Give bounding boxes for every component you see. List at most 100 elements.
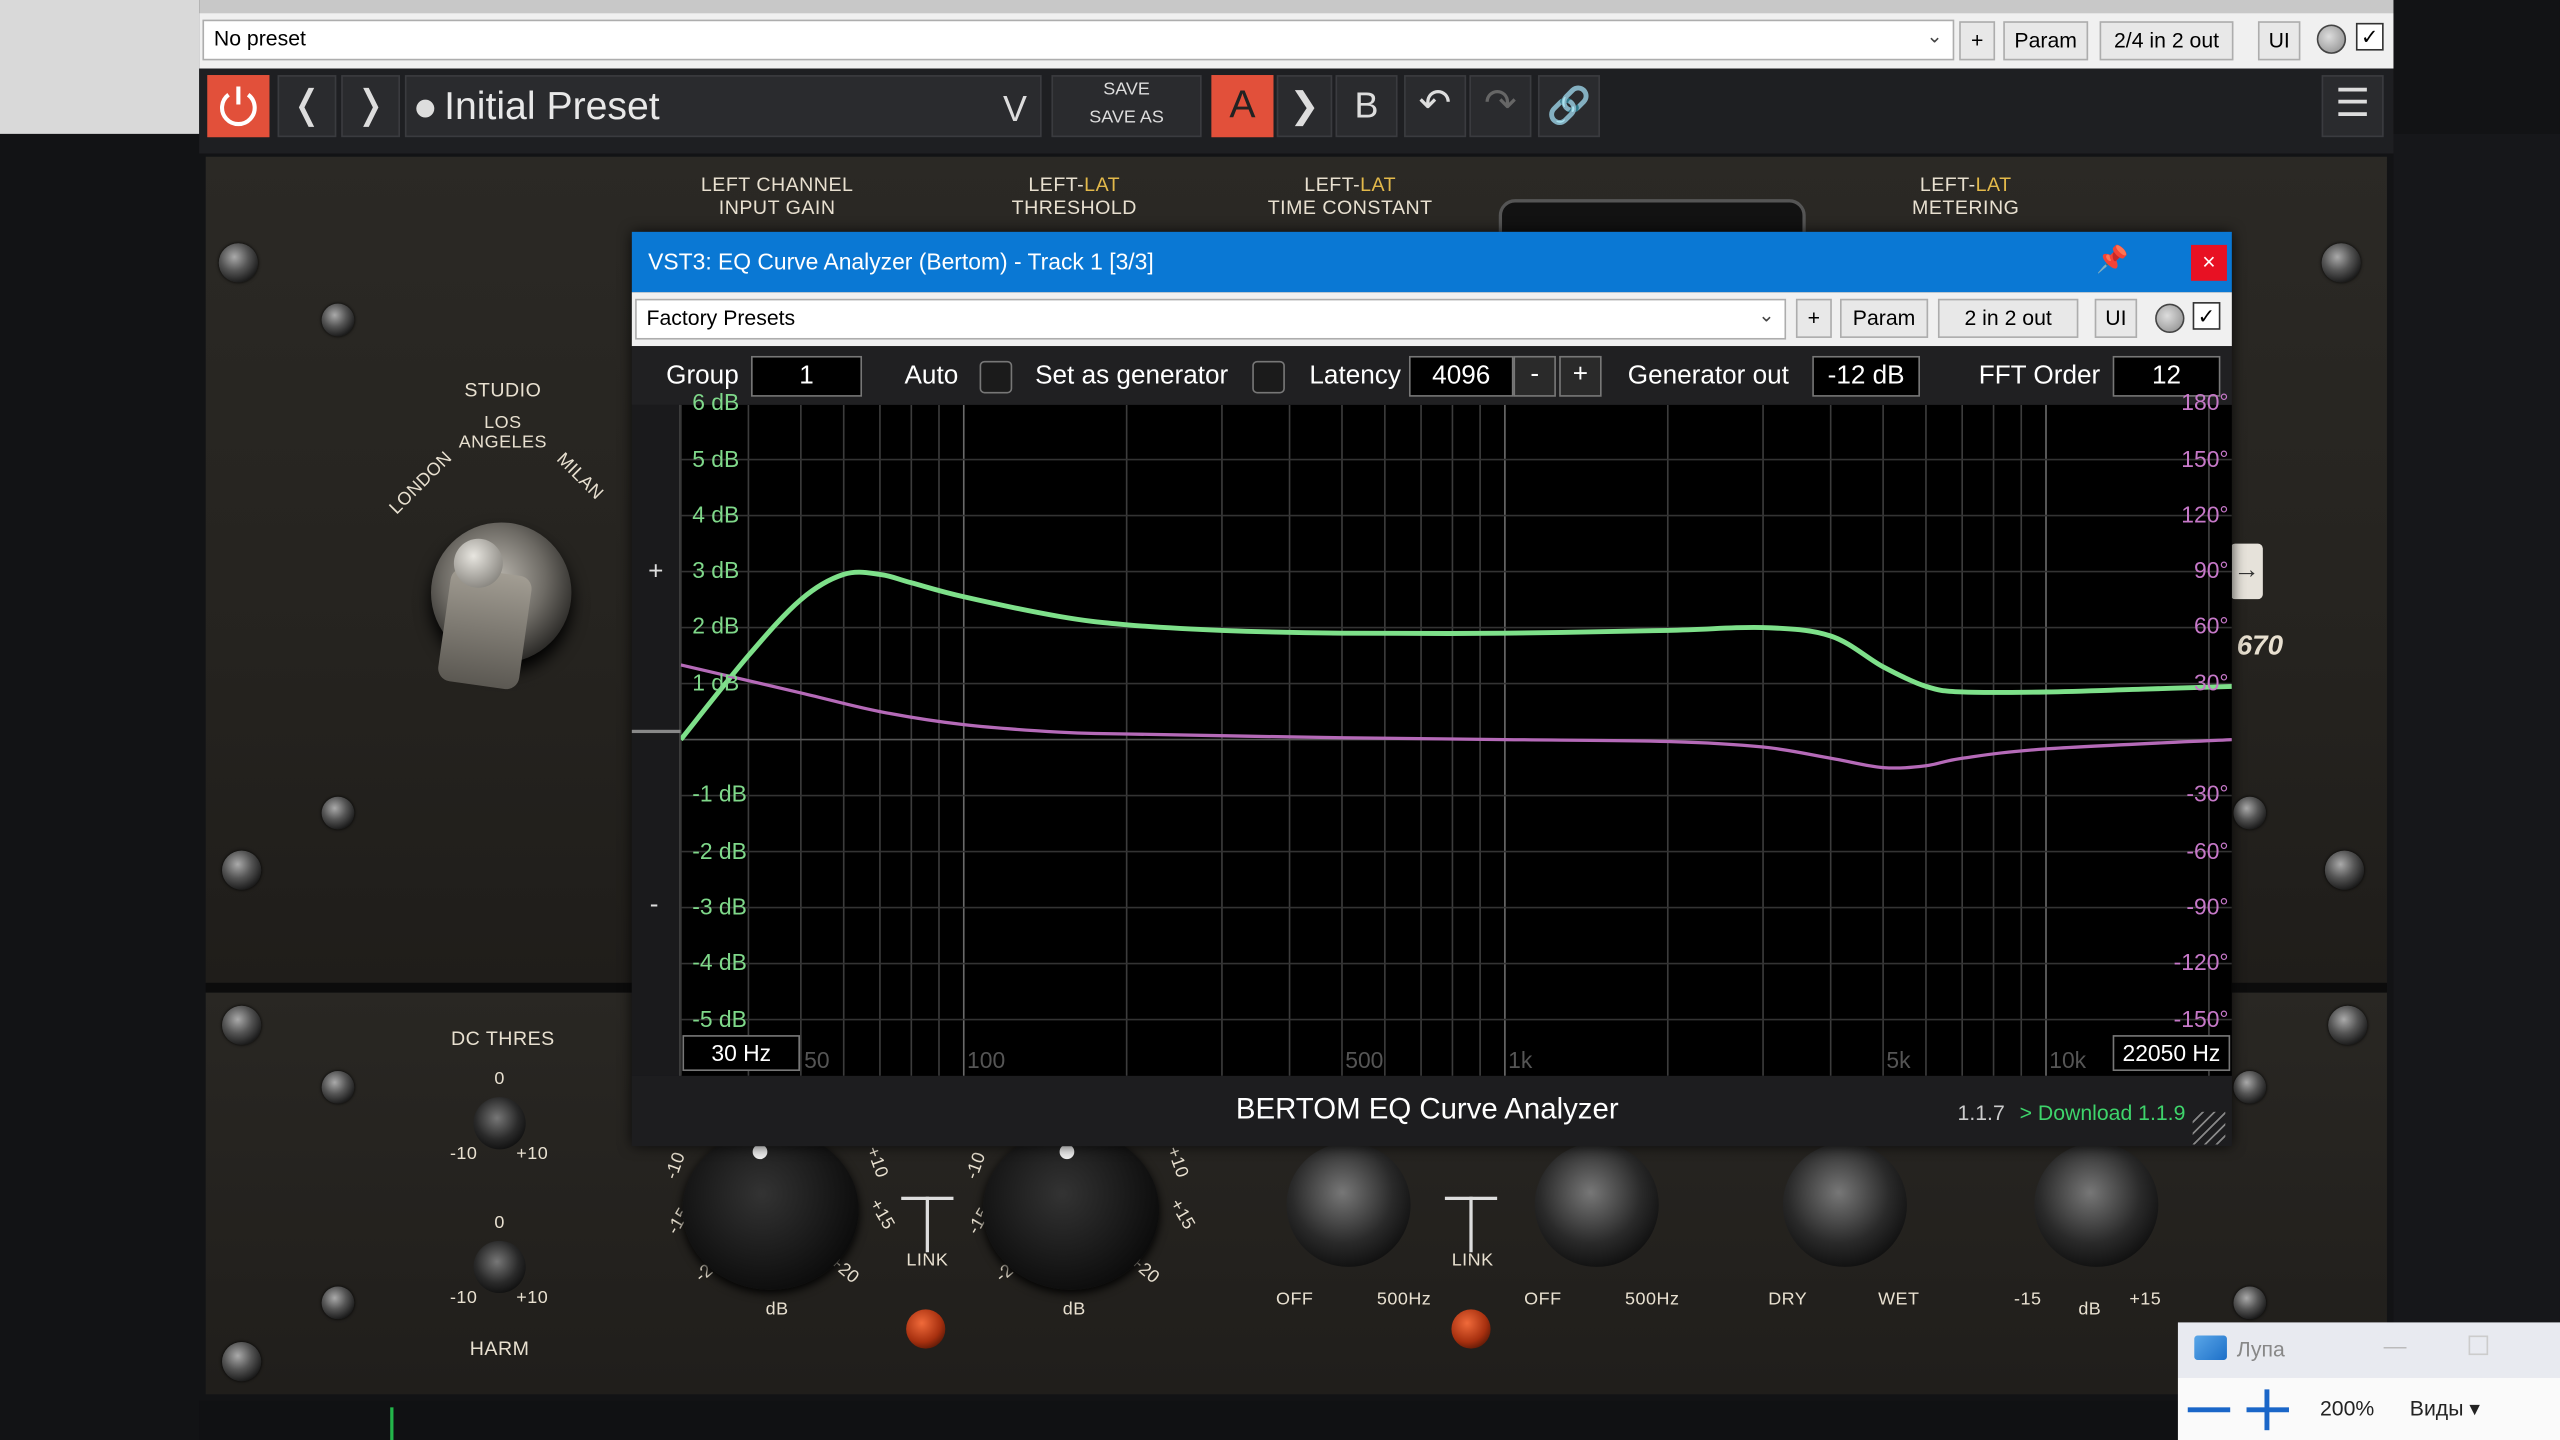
left-gain-knob[interactable] [682,1129,859,1290]
host-background-panel [0,0,200,134]
set-as-generator-label: Set as generator [1035,362,1229,391]
analyzer-window-title: VST3: EQ Curve Analyzer (Bertom) - Track… [648,248,1154,275]
dc-thres-knob[interactable] [473,1097,526,1150]
preset-name: Initial Preset [444,84,660,129]
copy-a-to-b-button[interactable]: ❯ [1276,75,1333,138]
phase-curve [680,663,2232,770]
wet-knob-icon[interactable] [2316,24,2347,54]
link-button-2[interactable] [1451,1309,1491,1349]
maximize-icon[interactable] [2468,1335,2489,1356]
ab-slot-b-button[interactable]: B [1335,75,1398,138]
preset-dropdown-icon[interactable]: V [1003,88,1027,130]
dry-wet-knob[interactable] [1782,1142,1907,1267]
output-gain-knob[interactable] [2034,1142,2159,1267]
harm-knob[interactable] [473,1240,526,1294]
close-button[interactable]: × [2191,244,2227,281]
add-preset-button[interactable]: + [1795,298,1832,338]
group-input[interactable]: 1 [751,355,863,397]
magnifier-titlebar[interactable]: Лупа — [2177,1322,2560,1378]
zoom-zero-line [631,729,681,734]
side-panel-toggle[interactable]: → [2230,543,2263,600]
zoom-out-icon[interactable] [2187,1407,2231,1413]
save-button[interactable]: SAVE [1053,77,1200,105]
menu-button[interactable]: ☰ [2321,75,2384,138]
min-frequency-field[interactable]: 30 Hz [682,1035,800,1072]
param-button[interactable]: Param [1839,298,1929,338]
output-db-label: dB [2078,1299,2102,1320]
auto-checkbox[interactable] [979,360,1013,394]
resize-grip-icon[interactable] [2192,1111,2226,1145]
hpf-knob-1[interactable] [1286,1142,1411,1267]
bypass-checkbox[interactable]: ✓ [2355,22,2384,51]
zoom-in-button[interactable]: + [648,558,663,587]
hamburger-menu-icon: ☰ [2335,81,2371,126]
left-gain-db-label: dB [765,1299,789,1320]
chevron-down-icon: ⌄ [1926,24,1943,48]
param-button[interactable]: Param [2003,21,2089,61]
views-menu[interactable]: Виды ▾ [2410,1396,2480,1422]
right-gain-knob[interactable] [982,1129,1160,1290]
magnifier-app-icon [2194,1335,2227,1360]
factory-presets-combo[interactable]: Factory Presets ⌄ [635,298,1787,340]
next-preset-button[interactable]: ❭ [341,75,400,138]
hpf-1-off-label: OFF [1275,1289,1314,1310]
analyzer-titlebar[interactable]: VST3: EQ Curve Analyzer (Bertom) - Track… [631,231,2232,293]
pin-icon[interactable]: 📌 [2096,243,2129,276]
zoom-in-icon[interactable] [2264,1389,2270,1431]
power-button[interactable] [207,75,270,138]
screw [2233,796,2267,830]
y-axis-phase-tick-label: -60° [2186,836,2229,864]
chevron-left-icon: ❬ [290,83,324,128]
max-frequency-field[interactable]: 22050 Hz [2112,1035,2231,1072]
y-axis-db-tick-label: 5 dB [692,444,740,472]
undo-button[interactable]: ↶ [1404,75,1467,138]
studio-selector-switch[interactable] [418,506,575,691]
y-axis-db-tick-label: -5 dB [692,1004,747,1032]
previous-preset-button[interactable]: ❬ [277,75,337,138]
io-routing-button[interactable]: 2 in 2 out [1937,298,2079,338]
chevron-right-icon: ❭ [354,83,388,128]
preset-combo[interactable]: No preset ⌄ [202,19,1955,61]
preset-name-field[interactable]: Initial Preset V [404,75,1042,138]
ab-slot-a-button[interactable]: A [1211,75,1274,138]
y-axis-phase-tick-label: 30° [2194,668,2229,695]
wet-knob-icon[interactable] [2155,303,2185,334]
link-button[interactable]: 🔗 [1537,75,1600,138]
eq-curve-graph[interactable]: 6 dB 5 dB 4 dB 3 dB 2 dB 1 dB -1 dB -2 dB -3 dB -… [678,389,2232,1076]
chevron-down-icon: ⌄ [1758,303,1775,327]
y-axis-phase-tick-label: -90° [2186,892,2229,920]
io-routing-button[interactable]: 2/4 in 2 out [2099,21,2234,61]
latency-input[interactable]: 4096 [1408,355,1514,397]
host-right-area [2393,133,2560,1440]
y-axis-db-tick-label: -2 dB [692,836,747,864]
set-as-generator-checkbox[interactable] [1252,360,1285,394]
y-axis-phase-tick-label: 60° [2194,612,2229,640]
ui-button[interactable]: UI [2257,21,2301,61]
add-preset-button[interactable]: + [1959,21,1996,61]
download-update-link[interactable]: > Download 1.1.9 [2020,1100,2186,1124]
y-axis-db-tick-label: 6 dB [692,388,740,416]
redo-button[interactable]: ↷ [1469,75,1532,138]
minimize-icon[interactable]: — [2384,1332,2407,1358]
latency-increment-button[interactable]: + [1559,355,1602,397]
bypass-checkbox[interactable]: ✓ [2192,302,2221,330]
y-axis-phase-tick-label: 120° [2181,500,2229,528]
screw [218,243,258,283]
screw [2328,1005,2368,1045]
generator-out-input[interactable]: -12 dB [1812,355,1920,397]
dc-thres-label: DC THRES [450,1026,555,1050]
link-label-2: LINK [1451,1250,1494,1271]
right-gain-db-label: dB [1062,1299,1086,1320]
wet-label: WET [1878,1289,1920,1310]
hpf-knob-2[interactable] [1534,1142,1659,1267]
hpf-1-500hz-label: 500Hz [1376,1289,1432,1310]
screw [321,796,355,830]
latency-decrement-button[interactable]: - [1513,355,1556,397]
ui-button[interactable]: UI [2094,298,2138,338]
zoom-out-button[interactable]: - [650,891,659,920]
link-line-2 [1469,1196,1473,1253]
knob-indicator [1059,1144,1075,1160]
link-button-1[interactable] [906,1309,946,1349]
save-as-button[interactable]: SAVE AS [1053,104,1200,132]
host-track-area [199,1400,2178,1440]
